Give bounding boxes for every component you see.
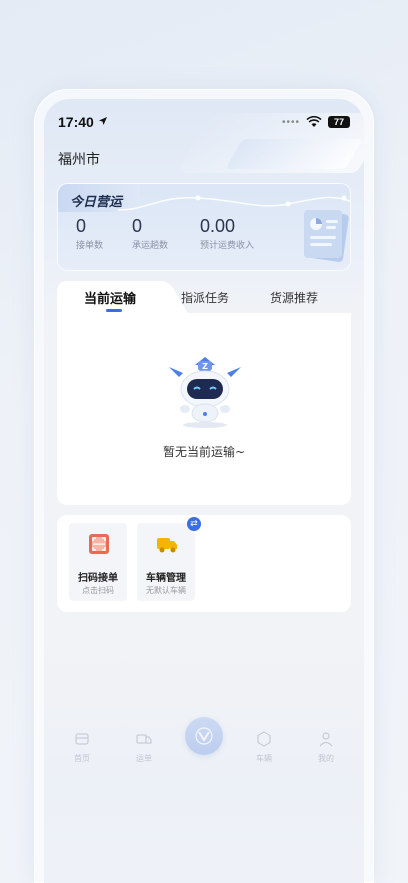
truck-icon: [157, 538, 177, 553]
document-chart-icon: [304, 210, 349, 262]
svg-text:Z: Z: [202, 362, 208, 371]
quick-actions-card: 扫码接单 点击扫码 ⇄ 车辆管理 无默认车辆: [57, 515, 351, 612]
empty-state-text: 暂无当前运输~: [162, 445, 246, 459]
tabbar-home-label: 首页: [74, 754, 90, 763]
tabbar-waybill[interactable]: 运单: [124, 731, 164, 764]
bottom-tab-bar: 首页 运单 车辆 我的: [44, 717, 364, 781]
status-right: •••• 77: [282, 116, 350, 128]
vehicle-management-button[interactable]: ⇄ 车辆管理 无默认车辆: [137, 517, 201, 601]
today-operations-card: 今日营运 0 接单数 0 承运趟数 0.00 预计运费收入: [57, 183, 351, 271]
signal-dots-icon: ••••: [281, 116, 300, 128]
wifi-icon: [306, 116, 322, 127]
tabbar-home[interactable]: 首页: [62, 731, 102, 764]
profile-icon: [319, 732, 333, 747]
transport-tabs: 当前运输 指派任务 货源推荐: [57, 281, 351, 315]
stat-income: 0.00 预计运费收入: [200, 216, 254, 251]
stat-orders: 0 接单数: [76, 216, 103, 251]
stat-income-value: 0.00: [200, 216, 236, 236]
center-logo-icon[interactable]: [185, 717, 223, 755]
robot-mascot-icon: Z: [169, 357, 241, 428]
waybill-icon: [136, 734, 152, 744]
qr-scan-icon: [89, 534, 109, 554]
location-arrow-icon: [98, 116, 108, 129]
swap-vehicle-icon[interactable]: ⇄: [187, 517, 201, 531]
vehicle-management-label: 车辆管理: [146, 573, 186, 584]
scan-order-sub: 点击扫码: [82, 586, 114, 595]
tabbar-profile-label: 我的: [318, 754, 334, 763]
active-tab-indicator: [106, 309, 122, 312]
status-time: 17:40: [58, 114, 94, 130]
vehicle-management-sub: 无默认车辆: [146, 586, 186, 595]
stat-orders-value: 0: [76, 216, 87, 236]
stat-trips: 0 承运趟数: [132, 216, 168, 251]
stat-trips-label: 承运趟数: [132, 241, 169, 251]
status-bar: 17:40 •••• 77: [44, 99, 364, 145]
battery-icon: 77: [328, 116, 350, 128]
app-screen: 17:40 •••• 77 福州市 今日营运 0 接单数 0 承运趟数 0.00…: [44, 99, 364, 883]
tab-cargo-recommend[interactable]: 货源推荐: [270, 289, 318, 306]
tabbar-profile[interactable]: 我的: [306, 731, 346, 764]
scan-order-button[interactable]: 扫码接单 点击扫码: [69, 523, 127, 601]
stat-trips-value: 0: [132, 216, 143, 236]
city-selector[interactable]: 福州市: [58, 149, 100, 169]
ops-title: 今日营运: [70, 195, 123, 210]
tabbar-vehicle[interactable]: 车辆: [244, 731, 284, 764]
stat-orders-label: 接单数: [76, 241, 104, 251]
scan-order-label: 扫码接单: [78, 573, 118, 584]
tab-assigned-tasks[interactable]: 指派任务: [181, 289, 229, 306]
home-icon: [75, 733, 89, 745]
tabbar-vehicle-label: 车辆: [256, 754, 272, 763]
tabbar-waybill-label: 运单: [136, 754, 152, 763]
current-transport-panel: Z 暂无当前运输~: [57, 313, 351, 505]
stat-income-label: 预计运费收入: [200, 241, 255, 251]
vehicle-icon: [257, 731, 271, 747]
tab-current-transport[interactable]: 当前运输: [84, 288, 136, 307]
